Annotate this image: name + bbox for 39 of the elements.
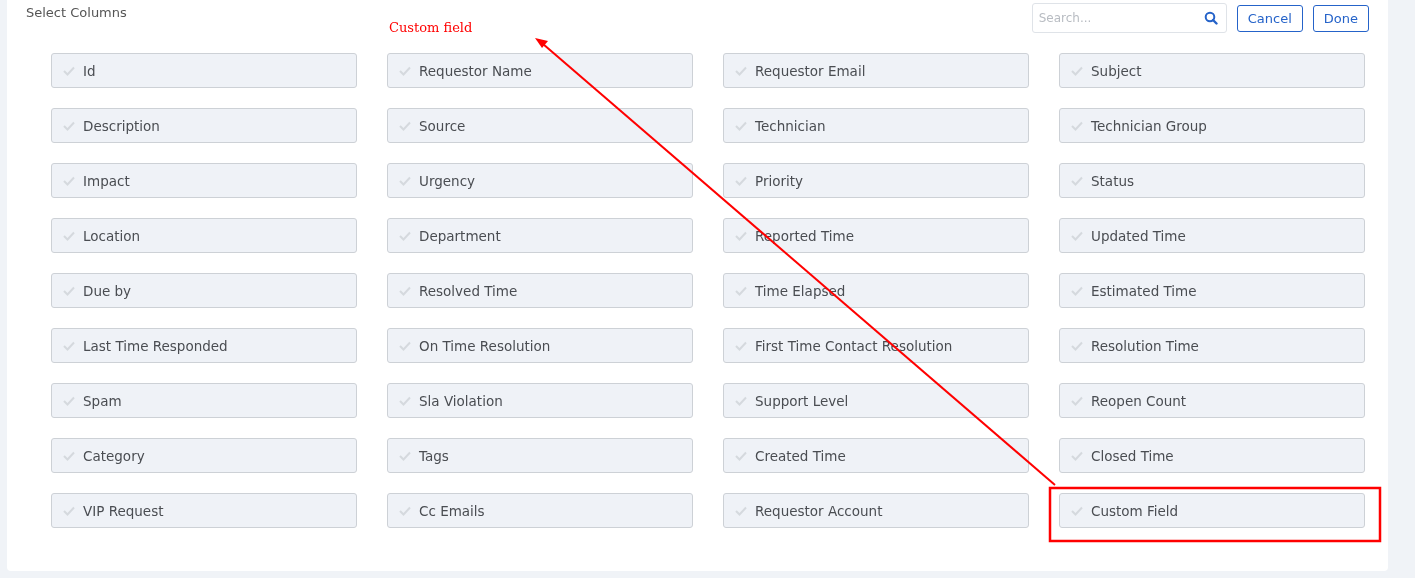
annotation-label: Custom field	[389, 20, 473, 35]
column-option[interactable]: On Time Resolution	[387, 328, 693, 363]
done-button[interactable]: Done	[1312, 5, 1369, 32]
column-option[interactable]: Technician Group	[1059, 108, 1365, 143]
column-option[interactable]: Technician	[723, 108, 1029, 143]
column-option[interactable]: Location	[51, 218, 357, 253]
column-option[interactable]: Source	[387, 108, 693, 143]
column-option[interactable]: Spam	[51, 383, 357, 418]
column-option[interactable]: Updated Time	[1059, 218, 1365, 253]
column-option[interactable]: Requestor Account	[723, 493, 1029, 528]
column-option[interactable]: Tags	[387, 438, 693, 473]
column-option[interactable]: Requestor Name	[387, 53, 693, 88]
column-option[interactable]: Support Level	[723, 383, 1029, 418]
column-option[interactable]: VIP Request	[51, 493, 357, 528]
search-icon	[1203, 11, 1218, 25]
column-option[interactable]: Priority	[723, 163, 1029, 198]
column-option[interactable]: Department	[387, 218, 693, 253]
column-option[interactable]: Resolution Time	[1059, 328, 1365, 363]
column-option[interactable]: Closed Time	[1059, 438, 1365, 473]
column-option[interactable]: Resolved Time	[387, 273, 693, 308]
column-option[interactable]: Id	[51, 53, 357, 88]
column-option[interactable]: Category	[51, 438, 357, 473]
column-option[interactable]: Cc Emails	[387, 493, 693, 528]
column-option[interactable]: Sla Violation	[387, 383, 693, 418]
column-option[interactable]: Custom Field	[1059, 493, 1365, 528]
column-option[interactable]: Impact	[51, 163, 357, 198]
column-option[interactable]: Estimated Time	[1059, 273, 1365, 308]
column-option[interactable]: Status	[1059, 163, 1365, 198]
column-option[interactable]: Urgency	[387, 163, 693, 198]
cancel-button[interactable]: Cancel	[1236, 5, 1303, 32]
column-option[interactable]: Due by	[51, 273, 357, 308]
column-option[interactable]: Requestor Email	[723, 53, 1029, 88]
column-option[interactable]: Description	[51, 108, 357, 143]
search-field[interactable]: Search...	[1031, 3, 1227, 33]
dialog-title: Select Columns	[26, 5, 128, 20]
column-option[interactable]: Last Time Responded	[51, 328, 357, 363]
column-option[interactable]: Created Time	[723, 438, 1029, 473]
column-option[interactable]: Subject	[1059, 53, 1365, 88]
column-option[interactable]: Reopen Count	[1059, 383, 1365, 418]
